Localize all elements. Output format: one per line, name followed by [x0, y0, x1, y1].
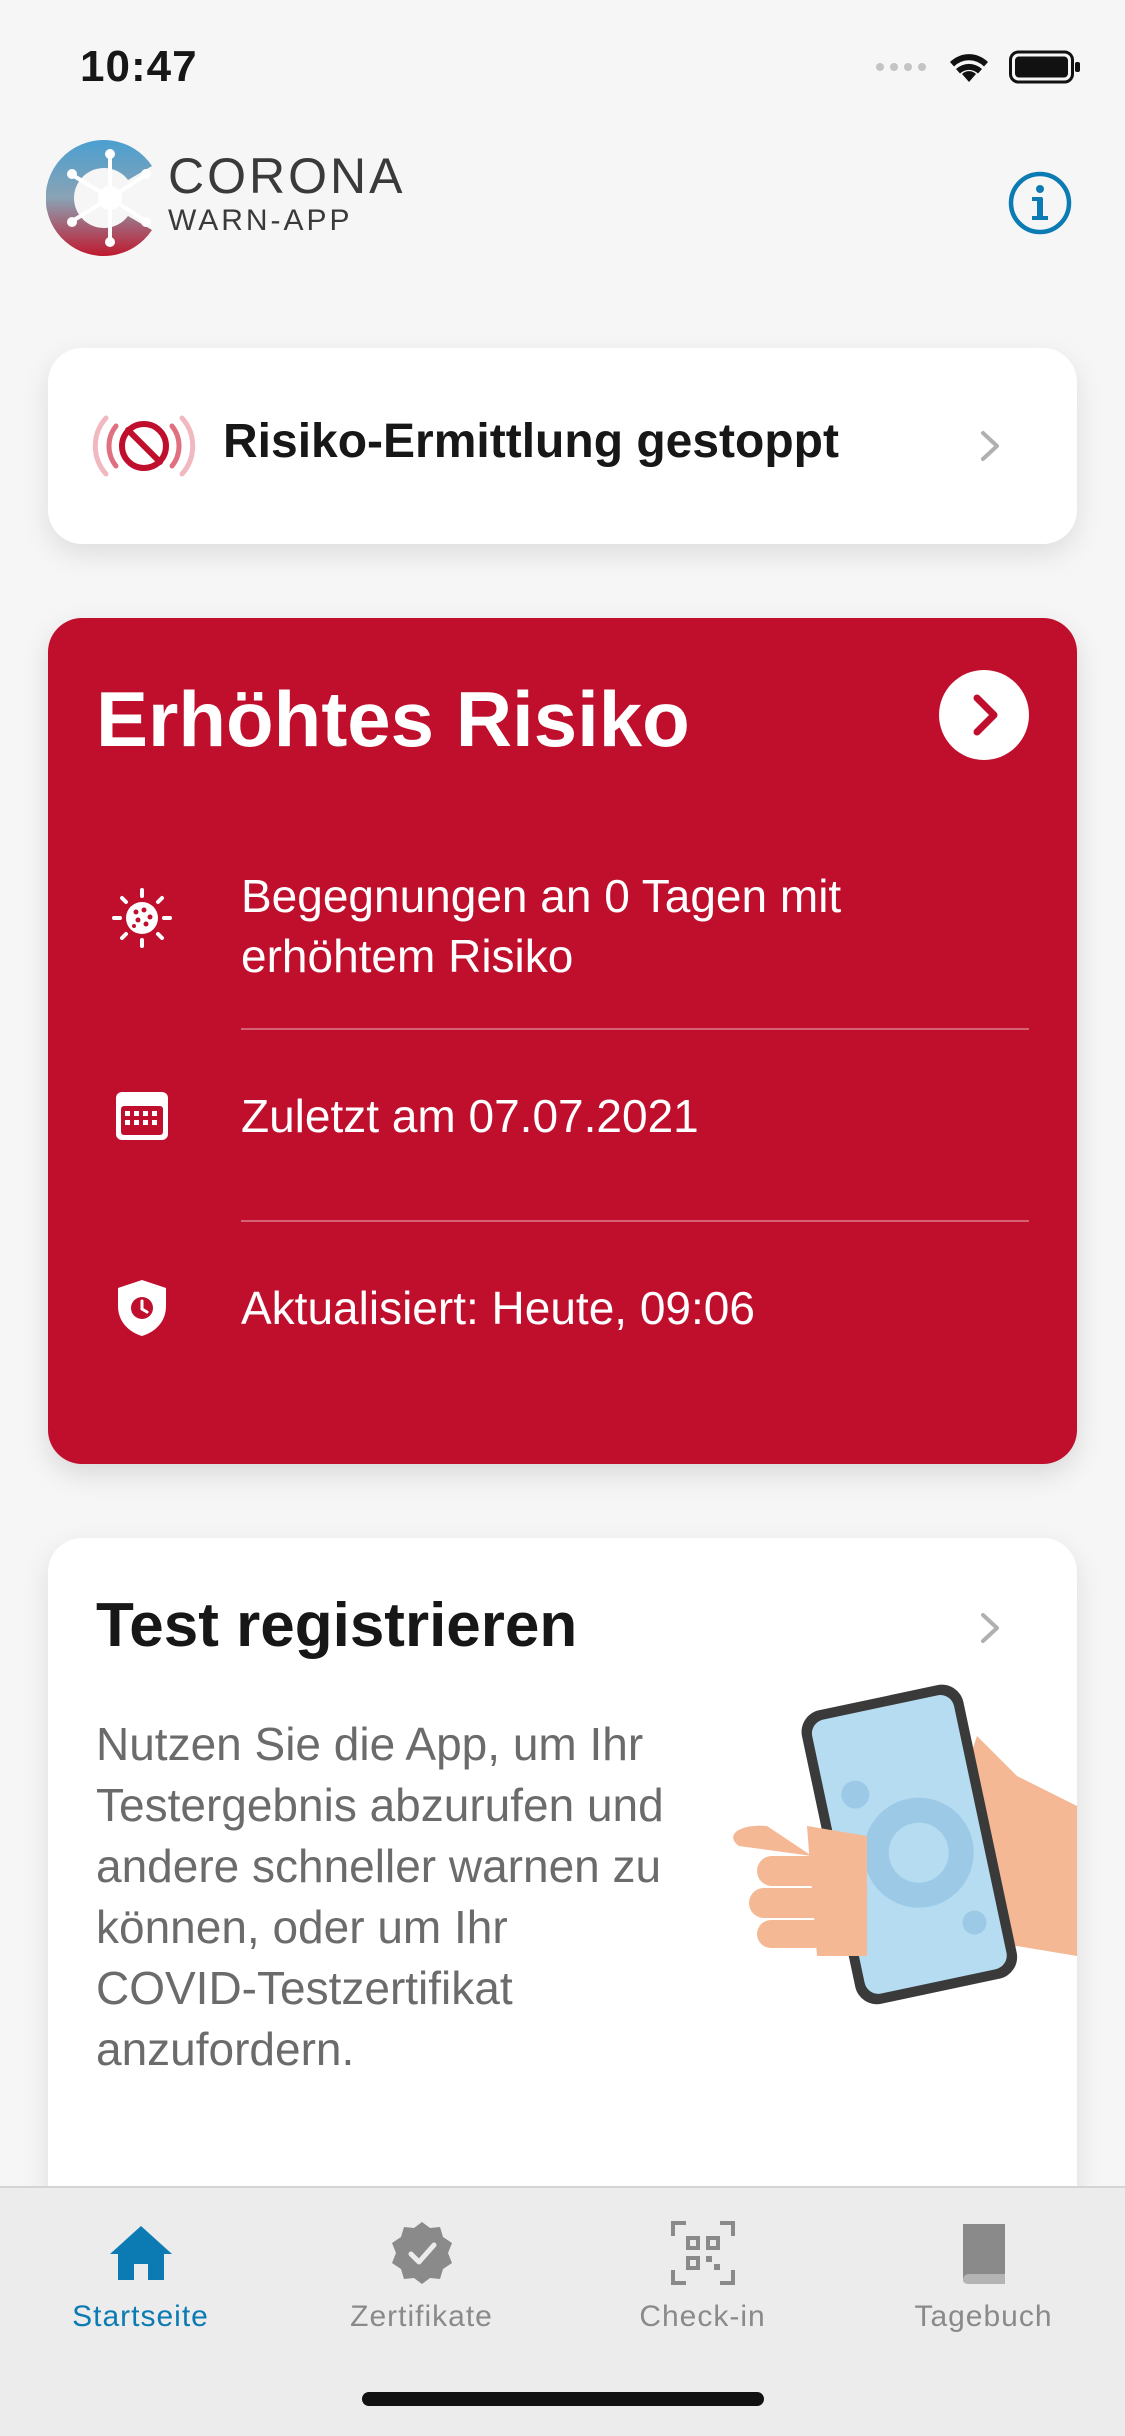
book-icon	[962, 2224, 1005, 2284]
status-icons	[875, 50, 1081, 84]
home-screen: 10:47 CORONA WARN-APP Risiko-Ermittlung …	[0, 0, 1125, 2436]
virus-icon	[112, 888, 172, 948]
risk-details-button[interactable]	[939, 670, 1029, 760]
chevron-right-icon	[981, 1613, 999, 1643]
home-indicator	[362, 2392, 764, 2406]
exposure-stopped-card[interactable]: Risiko-Ermittlung gestoppt	[48, 348, 1077, 544]
status-bar: 10:47	[0, 0, 1125, 130]
battery-icon	[1009, 50, 1080, 84]
home-icon	[109, 2226, 172, 2280]
signal-icon	[876, 63, 926, 71]
tab-check-in[interactable]: Check-in	[562, 2218, 843, 2338]
risk-updated-text: Aktualisiert: Heute, 09:06	[241, 1282, 755, 1334]
shield-clock-icon	[118, 1280, 166, 1336]
test-register-description: Nutzen Sie die App, um Ihr Testergebnis …	[96, 1718, 664, 2075]
status-time: 10:47	[80, 42, 198, 91]
exposure-stopped-label: Risiko-Ermittlung gestoppt	[223, 415, 839, 468]
tab-tagebuch[interactable]: Tagebuch	[843, 2218, 1124, 2338]
risk-title: Erhöhtes Risiko	[96, 675, 690, 763]
risk-card[interactable]: Erhöhtes Risiko Begegnungen an 0 Tagen m…	[48, 618, 1077, 1464]
risk-divider	[241, 1028, 1029, 1030]
tab-label: Tagebuch	[914, 2300, 1053, 2333]
chevron-right-icon	[981, 431, 999, 461]
tab-zertifikate[interactable]: Zertifikate	[281, 2218, 562, 2338]
qr-code-icon	[670, 2221, 735, 2285]
info-icon[interactable]	[1007, 170, 1073, 236]
risk-last-date-text: Zuletzt am 07.07.2021	[241, 1090, 699, 1142]
tab-label: Zertifikate	[350, 2300, 493, 2333]
chevron-right-icon	[973, 694, 998, 736]
brand-line-2: WARN-APP	[168, 204, 353, 237]
test-register-card[interactable]: Test registrieren Nutzen Sie die App, um…	[48, 1538, 1077, 2298]
tab-label: Startseite	[72, 2300, 209, 2333]
corona-warn-app-logo	[46, 140, 152, 256]
tab-startseite[interactable]: Startseite	[0, 2218, 281, 2338]
brand-line-1: CORONA	[168, 148, 406, 204]
risk-divider	[241, 1220, 1029, 1222]
brand-wordmark: CORONA WARN-APP	[168, 148, 405, 238]
test-register-title: Test registrieren	[96, 1591, 578, 1660]
calendar-icon	[116, 1092, 168, 1140]
risk-encounters-text: Begegnungen an 0 Tagen mit erhöhtem Risi…	[241, 870, 842, 982]
app-header: CORONA WARN-APP	[0, 130, 1125, 280]
certificate-icon	[391, 2222, 452, 2284]
tab-label: Check-in	[639, 2300, 766, 2333]
wifi-icon	[950, 54, 988, 82]
exposure-stopped-icon	[92, 415, 196, 477]
phone-in-hand-illustration	[733, 1684, 1077, 2005]
